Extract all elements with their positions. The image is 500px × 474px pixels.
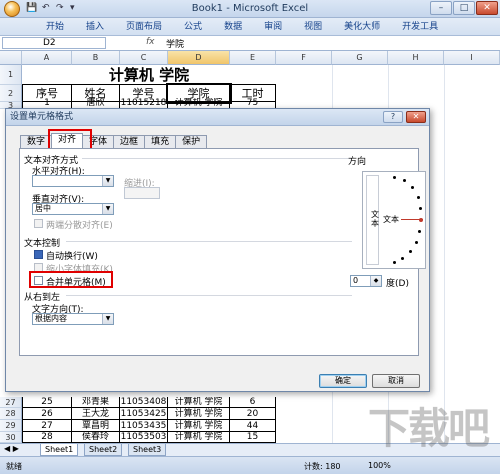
vertical-text: 文本 xyxy=(371,210,379,228)
dialog-close-button[interactable]: ✕ xyxy=(406,111,426,123)
table-cell[interactable]: 计算机 学院 xyxy=(168,420,230,432)
vertical-align-select[interactable]: 居中 ▼ xyxy=(32,203,114,215)
table-cell[interactable]: 44 xyxy=(230,420,276,432)
section-orientation: 方向 xyxy=(348,157,367,167)
table-cell[interactable]: 15 xyxy=(230,432,276,443)
table-cell[interactable]: 27 xyxy=(22,420,72,432)
column-header[interactable]: H xyxy=(388,51,444,65)
row-header[interactable]: 2 xyxy=(0,85,22,102)
chevron-down-icon: ▼ xyxy=(102,176,113,186)
wrap-text-checkbox[interactable] xyxy=(34,250,43,259)
column-header[interactable]: F xyxy=(276,51,332,65)
sheet-tab[interactable]: Sheet2 xyxy=(84,444,123,456)
title-bar: 💾 ↶ ↷ ▾ Book1 - Microsoft Excel – □ ✕ xyxy=(0,0,500,18)
column-header[interactable]: A xyxy=(22,51,72,65)
window-title: Book1 - Microsoft Excel xyxy=(191,3,309,14)
close-button[interactable]: ✕ xyxy=(476,1,498,15)
status-mode: 就绪 xyxy=(6,462,22,471)
table-cell[interactable]: 11053408 xyxy=(120,397,168,408)
column-header[interactable]: D xyxy=(168,51,230,65)
sheet-tab[interactable]: Sheet1 xyxy=(40,444,79,456)
alignment-panel: 文本对齐方式 水平对齐(H): ▼ 缩进(I): 垂直对齐(V): 居中 ▼ 两… xyxy=(19,148,426,356)
dialog-title-bar: 设置单元格格式 ? ✕ xyxy=(6,109,429,126)
indent-stepper[interactable] xyxy=(124,187,160,199)
row-header[interactable]: 27 xyxy=(0,397,22,408)
degrees-label: 度(D) xyxy=(386,279,409,289)
watermark-logo: 下载吧 xyxy=(367,404,490,453)
distributed-checkbox[interactable] xyxy=(34,219,43,228)
table-cell[interactable]: 11053435 xyxy=(120,420,168,432)
column-header[interactable]: B xyxy=(72,51,120,65)
table-cell[interactable]: 覃昌明 xyxy=(72,420,120,432)
table-cell[interactable]: 计算机 学院 xyxy=(168,397,230,408)
ribbon-tab[interactable]: 开始 xyxy=(46,18,64,35)
orientation-handle[interactable] xyxy=(419,218,423,222)
fx-icon[interactable]: fx xyxy=(146,37,155,47)
column-header[interactable]: G xyxy=(332,51,388,65)
spinner-icon[interactable]: ◆ xyxy=(370,276,381,286)
column-header[interactable]: E xyxy=(230,51,276,65)
table-cell[interactable]: 11053503 xyxy=(120,432,168,443)
wrap-text-label: 自动换行(W) xyxy=(46,252,98,262)
horizontal-align-select[interactable]: ▼ xyxy=(32,175,114,187)
ribbon-tab[interactable]: 美化大师 xyxy=(344,18,380,35)
column-header[interactable]: C xyxy=(120,51,168,65)
ribbon-tab[interactable]: 开发工具 xyxy=(402,18,438,35)
tab-fill[interactable]: 填充 xyxy=(144,135,177,149)
status-bar: 就绪 计数: 180 100% xyxy=(0,456,500,474)
merge-cells-highlight xyxy=(29,271,113,288)
row-header[interactable]: 30 xyxy=(0,432,22,443)
formula-bar: D2 fx 学院 xyxy=(0,36,500,51)
status-count: 计数: 180 xyxy=(304,462,341,471)
formula-input[interactable]: 学院 xyxy=(166,37,184,50)
help-button[interactable]: ? xyxy=(383,111,403,123)
distributed-label: 两端分散对齐(E) xyxy=(46,221,113,231)
ok-button[interactable]: 确定 xyxy=(319,374,367,388)
zoom-level[interactable]: 100% xyxy=(368,461,391,470)
vertical-text-box[interactable]: 文本 xyxy=(366,175,379,265)
row-header[interactable]: 29 xyxy=(0,420,22,432)
sheet-nav-icon[interactable]: ◀ ▶ xyxy=(4,444,19,453)
cancel-button[interactable]: 取消 xyxy=(372,374,420,388)
ribbon-tab[interactable]: 视图 xyxy=(304,18,322,35)
table-cell[interactable]: 20 xyxy=(230,408,276,420)
table-cell[interactable]: 6 xyxy=(230,397,276,408)
maximize-button[interactable]: □ xyxy=(453,1,475,15)
format-cells-dialog: 设置单元格格式 ? ✕ 数字 对齐 字体 边框 填充 保护 文本对齐方式 水平对… xyxy=(5,108,430,392)
ribbon-tab[interactable]: 审阅 xyxy=(264,18,282,35)
degrees-input[interactable]: 0 ◆ xyxy=(350,275,382,287)
minimize-button[interactable]: – xyxy=(430,1,452,15)
table-cell[interactable]: 王大龙 xyxy=(72,408,120,420)
tab-border[interactable]: 边框 xyxy=(113,135,146,149)
chevron-down-icon: ▼ xyxy=(102,204,113,214)
column-header[interactable]: I xyxy=(444,51,500,65)
name-box[interactable]: D2 xyxy=(2,37,106,49)
orientation-control[interactable]: 文本 文本 xyxy=(362,171,426,269)
ribbon-tab[interactable]: 数据 xyxy=(224,18,242,35)
section-text-control: 文本控制 xyxy=(24,239,61,249)
select-all-corner[interactable] xyxy=(0,51,22,65)
row-header[interactable]: 1 xyxy=(0,65,22,85)
dialog-title: 设置单元格格式 xyxy=(10,112,74,122)
ribbon-tab[interactable]: 公式 xyxy=(184,18,202,35)
chevron-down-icon: ▼ xyxy=(102,314,113,324)
table-cell[interactable]: 邓青果 xyxy=(72,397,120,408)
ribbon-tab[interactable]: 页面布局 xyxy=(126,18,162,35)
orientation-text: 文本 xyxy=(383,215,399,224)
sheet-tab[interactable]: Sheet3 xyxy=(128,444,167,456)
table-cell[interactable]: 计算机 学院 xyxy=(168,408,230,420)
table-title[interactable]: 计算机 学院 xyxy=(22,65,276,85)
table-cell[interactable]: 26 xyxy=(22,408,72,420)
table-cell[interactable]: 25 xyxy=(22,397,72,408)
table-cell[interactable]: 侯春玲 xyxy=(72,432,120,443)
ribbon-tab[interactable]: 插入 xyxy=(86,18,104,35)
table-cell[interactable]: 28 xyxy=(22,432,72,443)
table-cell[interactable]: 计算机 学院 xyxy=(168,432,230,443)
tab-protection[interactable]: 保护 xyxy=(175,135,208,149)
text-direction-select[interactable]: 根据内容 ▼ xyxy=(32,313,114,325)
ribbon-tabs: 开始 插入 页面布局 公式 数据 审阅 视图 美化大师 开发工具 xyxy=(0,18,500,36)
table-cell[interactable]: 11053425 xyxy=(120,408,168,420)
row-header[interactable]: 28 xyxy=(0,408,22,420)
